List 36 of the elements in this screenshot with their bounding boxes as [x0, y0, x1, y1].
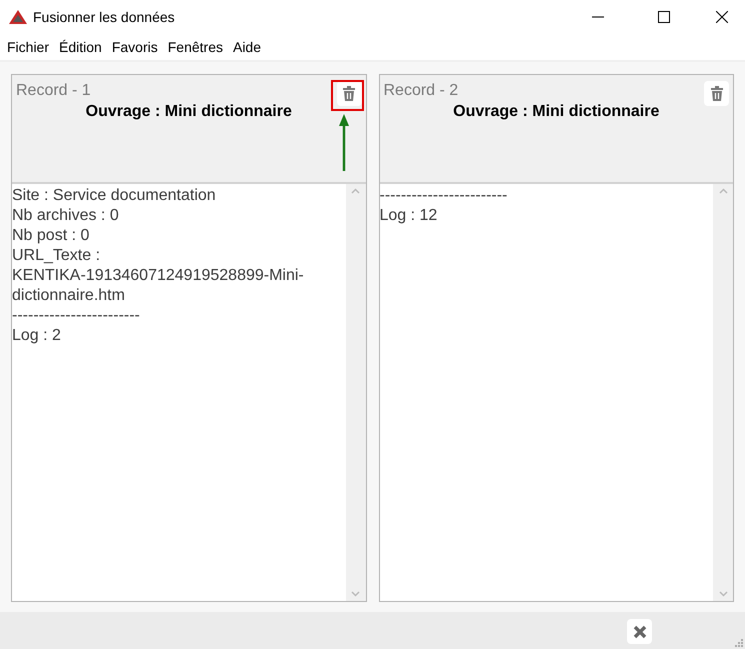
menu-item[interactable]: Fichier: [2, 36, 54, 58]
scroll-up-icon[interactable]: [718, 188, 728, 194]
delete-button[interactable]: [336, 81, 362, 106]
trash-icon: [710, 86, 722, 101]
record-title: Ouvrage : Mini dictionnaire: [452, 102, 660, 122]
record-text-line: URL_Texte :: [12, 246, 102, 266]
record-text-line: KENTIKA-19134607124919528899-Mini-: [12, 266, 305, 286]
record-label: Record - 1: [16, 81, 91, 101]
scrollbar[interactable]: [713, 184, 733, 601]
menu-item[interactable]: Aide: [228, 36, 266, 58]
close-icon: [716, 11, 728, 23]
menu-item[interactable]: Fenêtres: [162, 36, 228, 58]
record-text-line: ------------------------: [380, 186, 508, 206]
scrollbar[interactable]: [346, 184, 366, 601]
record-text-line: Log : 2: [12, 326, 62, 346]
record-text-line: Nb post : 0: [12, 226, 90, 246]
close-icon: [632, 624, 646, 638]
window-title: Fusionner les données: [33, 8, 175, 26]
menu-item[interactable]: Favoris: [106, 36, 163, 58]
record-text-line: Nb archives : 0: [12, 206, 120, 226]
maximize-icon: [658, 11, 670, 23]
record-text-line: Site : Service documentation: [12, 186, 217, 206]
record-title: Ouvrage : Mini dictionnaire: [84, 102, 293, 122]
annotation-arrow: [338, 114, 348, 171]
app-logo-icon: [9, 10, 27, 24]
scroll-up-icon[interactable]: [351, 188, 360, 194]
trash-icon: [343, 86, 355, 101]
record-text-line: ------------------------: [12, 306, 141, 326]
record-text-line: dictionnaire.htm: [12, 286, 126, 306]
scroll-down-icon[interactable]: [718, 591, 728, 597]
menu-item[interactable]: Édition: [54, 36, 107, 58]
record-text-line: Log : 12: [380, 206, 438, 226]
delete-button[interactable]: [704, 81, 729, 106]
scroll-down-icon[interactable]: [351, 591, 360, 597]
record-label: Record - 2: [384, 81, 458, 101]
resize-grip-icon[interactable]: [733, 637, 743, 647]
